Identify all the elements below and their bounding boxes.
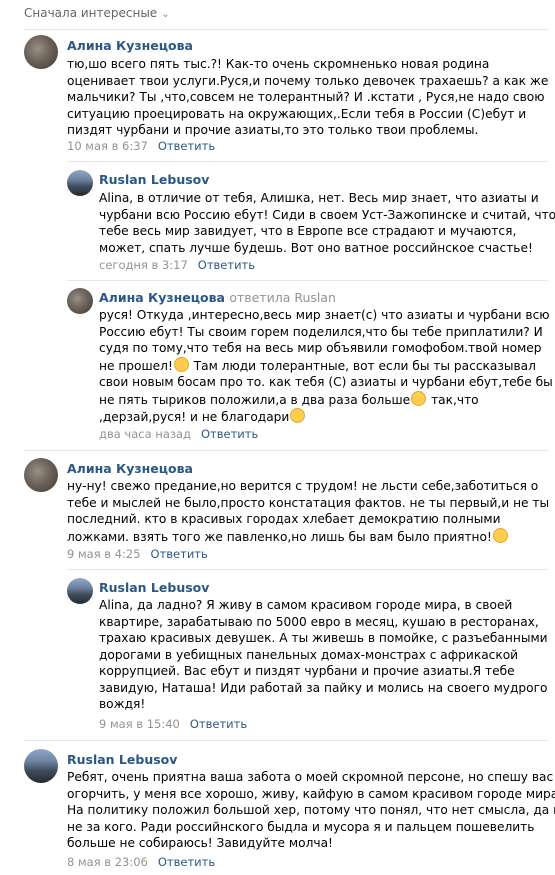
comment-date[interactable]: 9 мая в 4:25	[67, 547, 141, 561]
comment-author[interactable]: Ruslan Lebusov	[99, 580, 209, 595]
sort-dropdown[interactable]: Сначала интересные ⌄	[24, 6, 170, 20]
comment-text: ну-ну! свежо предание,но верится с трудо…	[67, 479, 550, 544]
comment-text: Alina, да ладно? Я живу в самом красивом…	[99, 598, 548, 711]
divider	[24, 29, 548, 30]
divider	[67, 161, 548, 162]
comment-date[interactable]: 9 мая в 15:40	[99, 717, 180, 731]
comment-text: Alina, в отличие от тебя, Алишка, нет. В…	[99, 191, 555, 255]
divider	[67, 280, 548, 281]
avatar[interactable]	[67, 288, 93, 314]
comment-author[interactable]: Алина Кузнецова	[67, 38, 193, 53]
reply-button[interactable]: Ответить	[201, 427, 258, 441]
smile-emoji-icon	[290, 408, 306, 423]
divider	[24, 450, 548, 451]
comment-meta: два часа назад Ответить	[99, 427, 258, 441]
comment-author[interactable]: Алина Кузнецова	[67, 461, 193, 476]
comment-author[interactable]: Ruslan Lebusov	[99, 172, 209, 187]
avatar[interactable]	[24, 749, 58, 783]
avatar[interactable]	[24, 458, 58, 492]
reply-button[interactable]: Ответить	[158, 139, 215, 153]
comment-meta: 9 мая в 4:25 Ответить	[67, 547, 208, 561]
grinning-emoji-icon	[173, 356, 189, 372]
comment-date[interactable]: два часа назад	[99, 427, 191, 441]
comment-text: тю,шо всего пять тыс.?! Как-то очень скр…	[67, 57, 549, 137]
sort-label: Сначала интересные	[24, 6, 158, 20]
comment-author[interactable]: Алина Кузнецова ответила Ruslan	[99, 290, 336, 305]
comment-text: Ребят, очень приятна ваша забота о моей …	[67, 770, 555, 850]
comment-date[interactable]: 10 мая в 6:37	[67, 139, 148, 153]
reply-button[interactable]: Ответить	[151, 547, 208, 561]
comment-date[interactable]: сегодня в 3:17	[99, 258, 188, 272]
comment-meta: сегодня в 3:17 Ответить	[99, 258, 255, 272]
comment-meta: 9 мая в 15:40 Ответить	[99, 717, 247, 731]
avatar[interactable]	[24, 35, 58, 69]
comment-author[interactable]: Ruslan Lebusov	[67, 752, 177, 767]
comment-meta: 8 мая в 23:06 Ответить	[67, 855, 215, 869]
divider	[24, 740, 548, 741]
comment-text: руся! Откуда ,интересно,весь мир знает(с…	[99, 308, 553, 424]
wink-emoji-icon	[492, 527, 508, 543]
comment-meta: 10 мая в 6:37 Ответить	[67, 139, 215, 153]
reply-to-label[interactable]: ответила Ruslan	[229, 290, 336, 305]
divider	[67, 569, 548, 570]
sweat-smile-emoji-icon	[411, 390, 427, 406]
avatar[interactable]	[67, 170, 93, 196]
comment-date[interactable]: 8 мая в 23:06	[67, 855, 148, 869]
chevron-down-icon: ⌄	[161, 9, 170, 20]
reply-button[interactable]: Ответить	[158, 855, 215, 869]
reply-button[interactable]: Ответить	[198, 258, 255, 272]
reply-button[interactable]: Ответить	[190, 717, 247, 731]
avatar[interactable]	[67, 578, 93, 604]
